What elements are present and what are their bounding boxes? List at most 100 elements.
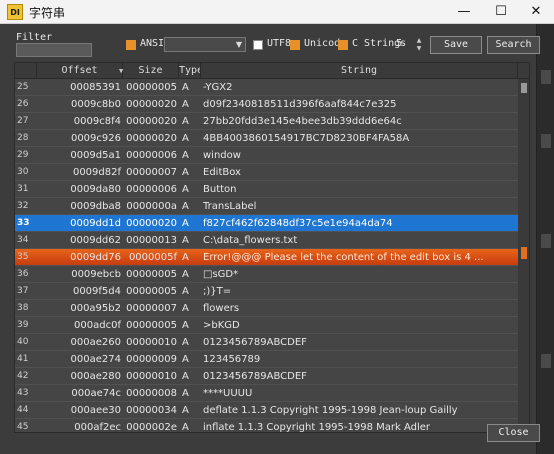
- table-row[interactable]: 43 000ae74c 00000008 A ****UUUU: [15, 385, 518, 402]
- ansi-label: ANSI: [140, 38, 165, 49]
- table-row[interactable]: 34 0009dd62 00000013 A C:\data_flowers.txt: [15, 232, 518, 249]
- row-size: 0000000a: [126, 201, 177, 212]
- table-row[interactable]: 26 0009c8b0 00000020 Ad09f2340818511d396f6a…: [15, 96, 518, 113]
- row-offset: 0009d82f: [72, 167, 121, 178]
- table-row[interactable]: 41 000ae274 00000009 A 123456789: [15, 351, 518, 368]
- header-size[interactable]: Size: [123, 63, 179, 79]
- header-type[interactable]: Type: [179, 63, 201, 79]
- row-type: A: [182, 201, 189, 212]
- header-index[interactable]: [15, 63, 37, 79]
- row-type: A: [182, 133, 189, 144]
- row-string: EditBox: [203, 167, 241, 178]
- utf8-checkbox[interactable]: [253, 40, 263, 50]
- row-size: 00000008: [126, 388, 177, 399]
- spin-down-icon[interactable]: ▼: [415, 45, 423, 53]
- strip-element: [541, 234, 551, 248]
- table-row[interactable]: 29 0009d5a1 00000006 Awindow: [15, 147, 518, 164]
- row-index: 26: [17, 99, 29, 109]
- row-type: A: [182, 303, 189, 314]
- close-button[interactable]: Close: [487, 424, 540, 442]
- row-index: 35: [17, 252, 29, 262]
- min-length-value[interactable]: 5: [396, 38, 402, 49]
- row-type: A: [182, 354, 189, 365]
- strings-table: Offset ▼ Size Type String 25 00085391 0000…: [14, 62, 530, 433]
- row-type: A: [182, 116, 189, 127]
- header-offset[interactable]: Offset: [37, 63, 123, 79]
- table-row[interactable]: 45 000af2ec 0000002e A inflate 1.1.3 Copyri…: [15, 419, 518, 433]
- row-offset: 0009f5d4: [72, 286, 121, 297]
- filter-input[interactable]: [16, 43, 92, 57]
- row-string: Error!@@@ Please let the content of the …: [203, 252, 484, 263]
- row-offset: 0009c8b0: [70, 99, 121, 110]
- row-offset: 0009dd76: [70, 252, 121, 263]
- row-offset: 0009da80: [70, 184, 121, 195]
- window-title: 字符串: [29, 6, 66, 20]
- app-icon: DI: [7, 4, 23, 20]
- row-size: 00000005: [126, 82, 177, 93]
- row-index: 28: [17, 133, 29, 143]
- row-index: 34: [17, 235, 29, 245]
- row-size: 0000005f: [128, 252, 177, 263]
- title-bar[interactable]: DI 字符串 — ☐ ✕: [0, 0, 554, 24]
- row-string: f827cf462f62848df37c5e1e94a4da74: [203, 218, 393, 229]
- vertical-scrollbar[interactable]: [518, 79, 529, 432]
- table-row[interactable]: 42 000ae280 00000010 A 0123456789ABCDEF: [15, 368, 518, 385]
- table-row[interactable]: 37 0009f5d4 00000005 A ;)}T=: [15, 283, 518, 300]
- table-row[interactable]: 33 0009dd1d 00000020 Af827cf462f62848df37c5…: [15, 215, 518, 232]
- min-length-spinner[interactable]: ▲ ▼: [415, 37, 423, 53]
- table-row[interactable]: 44 000aee30 00000034 A deflate 1.1.3 Copyri…: [15, 402, 518, 419]
- save-button[interactable]: Save: [430, 36, 482, 54]
- row-index: 33: [17, 218, 30, 228]
- table-row[interactable]: 25 00085391 00000005 A -YGX2: [15, 79, 518, 96]
- row-string: >bKGD: [203, 320, 240, 331]
- row-string: 4BB4003860154917BC7D8230BF4FA58A: [203, 133, 410, 144]
- close-window-button[interactable]: ✕: [520, 0, 552, 24]
- search-button[interactable]: Search: [487, 36, 540, 54]
- table-row[interactable]: 27 0009c8f4 00000020 A 27bb20fdd3e145e4bee3d…: [15, 113, 518, 130]
- maximize-button[interactable]: ☐: [485, 0, 517, 24]
- ansi-checkbox[interactable]: [126, 40, 136, 50]
- row-offset: 0009dd62: [70, 235, 121, 246]
- cstrings-checkbox[interactable]: [338, 40, 348, 50]
- row-type: A: [182, 320, 189, 331]
- row-type: A: [182, 269, 189, 280]
- row-size: 00000005: [126, 320, 177, 331]
- row-size: 00000010: [126, 371, 177, 382]
- row-offset: 000aee30: [70, 405, 121, 416]
- table-row[interactable]: 30 0009d82f 00000007 A EditBox: [15, 164, 518, 181]
- row-index: 42: [17, 371, 29, 381]
- row-string: 0123456789ABCDEF: [203, 371, 307, 382]
- row-offset: 000ae274: [70, 354, 121, 365]
- row-size: 00000013: [126, 235, 177, 246]
- table-row[interactable]: 38 000a95b2 00000007 Aflowers: [15, 300, 518, 317]
- spin-up-icon[interactable]: ▲: [415, 37, 423, 45]
- row-string: Button: [203, 184, 237, 195]
- scrollbar-thumb[interactable]: [521, 83, 527, 93]
- strip-element: [541, 70, 551, 84]
- header-string[interactable]: String: [201, 63, 518, 79]
- strip-element: [541, 134, 551, 148]
- encoding-select[interactable]: ▼: [164, 37, 246, 52]
- table-row[interactable]: 28 0009c926 00000020 A 4BB4003860154917BC7D8…: [15, 130, 518, 147]
- row-type: A: [182, 167, 189, 178]
- row-size: 00000034: [126, 405, 177, 416]
- table-row[interactable]: 36 0009ebcb 00000005 A □sGD*: [15, 266, 518, 283]
- row-size: 00000007: [126, 303, 177, 314]
- unicode-checkbox[interactable]: [290, 40, 300, 50]
- table-row[interactable]: 31 0009da80 00000006 A Button: [15, 181, 518, 198]
- row-size: 00000006: [126, 184, 177, 195]
- row-string: 0123456789ABCDEF: [203, 337, 307, 348]
- row-offset: 0009dd1d: [70, 218, 121, 229]
- row-type: A: [182, 99, 189, 110]
- table-row[interactable]: 35 0009dd76 0000005f A Error!@@@ Please let …: [15, 249, 518, 266]
- row-size: 00000005: [126, 269, 177, 280]
- table-row[interactable]: 39 000adc0f 00000005 A >bKGD: [15, 317, 518, 334]
- minimize-button[interactable]: —: [448, 0, 480, 24]
- row-index: 30: [17, 167, 29, 177]
- table-row[interactable]: 40 000ae260 00000010 A 0123456789ABCDEF: [15, 334, 518, 351]
- row-type: A: [182, 337, 189, 348]
- table-row[interactable]: 32 0009dba8 0000000a A TransLabel: [15, 198, 518, 215]
- row-index: 38: [17, 303, 29, 313]
- row-offset: 000ae74c: [71, 388, 121, 399]
- row-string: inflate 1.1.3 Copyright 1995-1998 Mark A…: [203, 422, 431, 433]
